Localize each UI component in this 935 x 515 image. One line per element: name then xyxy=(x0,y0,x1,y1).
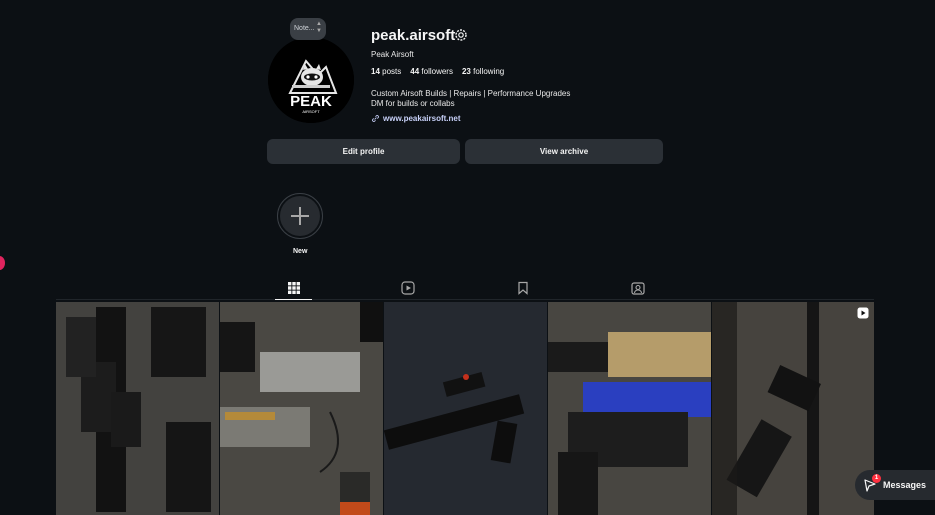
notification-dot xyxy=(0,256,5,270)
profile-stats: 14 posts 44 followers 23 following xyxy=(371,67,504,76)
messages-label: Messages xyxy=(883,480,927,490)
note-stepper-icon: ▲ ▼ xyxy=(316,21,322,34)
following-stat[interactable]: 23 following xyxy=(462,67,504,76)
profile-full-name: Peak Airsoft xyxy=(371,50,414,59)
website-text: www.peakairsoft.net xyxy=(383,114,461,123)
post-thumbnail[interactable] xyxy=(548,302,711,515)
new-highlight-label: New xyxy=(293,248,308,255)
profile-avatar[interactable]: PEAK AIRSOFT xyxy=(268,37,354,123)
edit-profile-button[interactable]: Edit profile xyxy=(267,139,460,164)
profile-website-link[interactable]: www.peakairsoft.net xyxy=(371,114,461,123)
new-highlight-button[interactable] xyxy=(277,193,323,239)
messages-badge: 1 xyxy=(872,474,881,483)
post-thumbnail[interactable] xyxy=(384,302,547,515)
tab-reels-icon[interactable] xyxy=(401,281,415,295)
bio-line: Custom Airsoft Builds | Repairs | Perfor… xyxy=(371,89,571,98)
tab-saved-bookmark-icon[interactable] xyxy=(516,281,530,295)
posts-stat: 14 posts xyxy=(371,67,402,76)
settings-gear-icon[interactable] xyxy=(454,28,468,42)
active-tab-indicator xyxy=(275,299,312,300)
profile-username: peak.airsoft xyxy=(371,27,456,44)
bio-line: DM for builds or collabs xyxy=(371,99,455,108)
tabs-divider xyxy=(56,299,874,300)
tab-posts-grid-icon[interactable] xyxy=(287,281,301,295)
profile-bio: Custom Airsoft Builds | Repairs | Perfor… xyxy=(371,89,570,109)
note-bubble[interactable]: Note... ▲ ▼ xyxy=(290,18,326,40)
avatar-logo-sub: AIRSOFT xyxy=(302,109,320,114)
view-archive-button[interactable]: View archive xyxy=(465,139,663,164)
reel-indicator-icon xyxy=(857,307,869,319)
followers-stat[interactable]: 44 followers xyxy=(410,67,453,76)
tab-tagged-icon[interactable] xyxy=(631,281,645,295)
note-placeholder: Note... xyxy=(294,25,315,32)
link-icon xyxy=(372,115,379,122)
post-thumbnail[interactable] xyxy=(56,302,219,515)
post-thumbnail[interactable] xyxy=(220,302,383,515)
plus-icon xyxy=(291,207,309,225)
messages-button[interactable]: 1 Messages xyxy=(855,470,935,500)
post-thumbnail[interactable] xyxy=(712,302,874,515)
avatar-logo-text: PEAK xyxy=(290,93,332,110)
